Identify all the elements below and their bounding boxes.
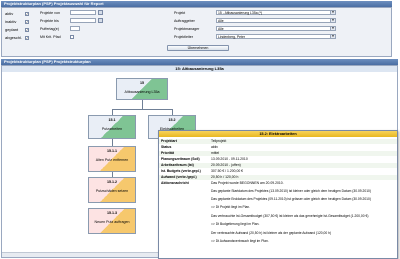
note-text: Das geplante Enddatum des Projektes (09.… bbox=[211, 197, 371, 201]
row-key: Priorität bbox=[161, 151, 174, 155]
projektmanager-value: Alle bbox=[218, 27, 224, 31]
node-id: 15 bbox=[140, 81, 144, 85]
row-key: Arbeitszeitraum (Ist) bbox=[161, 163, 194, 167]
psp-node-putzschaeden[interactable]: 15.1.2 Putzschäden setzen bbox=[88, 177, 136, 203]
row-key: Planungszeitraum (Soll) bbox=[161, 157, 200, 161]
row-key: Aktionsnachricht bbox=[161, 181, 189, 185]
projekte-bis-label: Projekte bis bbox=[40, 19, 59, 23]
popup-row: Priorität mittel bbox=[159, 151, 397, 156]
status-row-abgeschl[interactable]: abgeschl. ✓ bbox=[5, 34, 32, 41]
puffer-tage-input[interactable] bbox=[70, 26, 80, 31]
popup-row: Aktionsnachricht Das Projekt wurde BEGONN… bbox=[159, 181, 397, 186]
projekt-select[interactable]: 15 - Altbausanierung L35a (*) ▼ bbox=[216, 10, 336, 15]
calendar-icon[interactable] bbox=[98, 18, 103, 23]
psp-node-root[interactable]: 15 Altbausanierung L35a bbox=[116, 78, 168, 100]
note-text: Das verbrauchte Ist-Gesamtbudget (307,50… bbox=[211, 214, 369, 218]
auftraggeber-value: Alle bbox=[218, 19, 224, 23]
connector bbox=[142, 99, 143, 109]
detail-popup: 15.2: Elektroarbeiten Projektart Teilproj… bbox=[158, 130, 398, 259]
row-value: 13.09.2010 - 09.11.2010 bbox=[211, 157, 248, 161]
node-label: Altbausanierung L35a bbox=[124, 90, 160, 94]
projekte-von-label: Projekte von bbox=[40, 11, 60, 15]
checkbox-geplant[interactable]: ✓ bbox=[25, 27, 29, 32]
psp-node-neuen-putz[interactable]: 15.1.3 Neuen Putz auftragen bbox=[88, 208, 136, 234]
note-result: => Dt Projekt liegt im Plan. bbox=[211, 205, 251, 209]
status-label: geplant bbox=[5, 27, 19, 32]
auftraggeber-label: Auftraggeber bbox=[174, 19, 195, 23]
checkbox-aktiv[interactable]: ✓ bbox=[25, 11, 29, 16]
projektmanager-select[interactable]: Alle ▼ bbox=[216, 26, 336, 31]
projekte-bis-input[interactable] bbox=[70, 18, 96, 23]
chevron-down-icon: ▼ bbox=[330, 26, 335, 30]
uebernehmen-button[interactable]: Übernehmen bbox=[167, 45, 229, 51]
status-row-aktiv[interactable]: aktiv ✓ bbox=[5, 10, 32, 17]
puffer-tage-label: Puffertag(e) bbox=[40, 27, 59, 31]
psp-node-putzarbeiten[interactable]: 15.1 Putzarbeiten bbox=[88, 115, 136, 139]
checkbox-abgeschl[interactable]: ✓ bbox=[25, 35, 29, 40]
checkbox-inaktiv[interactable]: ✓ bbox=[25, 19, 29, 24]
node-id: 15.1.3 bbox=[107, 211, 117, 215]
row-value: mittel bbox=[211, 151, 220, 155]
status-row-inaktiv[interactable]: inaktiv ✓ bbox=[5, 18, 32, 25]
note-text: Das geplante Startdatum des Projektes (1… bbox=[211, 189, 371, 193]
row-value: Teilprojekt bbox=[211, 139, 227, 143]
chevron-down-icon: ▼ bbox=[330, 18, 335, 22]
popup-row: Arbeitszeitraum (Ist) 20.09.2010 - (offen… bbox=[159, 163, 397, 168]
checkbox-krit-pfad[interactable] bbox=[70, 35, 74, 39]
node-label: Putzarbeiten bbox=[101, 127, 123, 131]
note-result: => Dt Budgetierung liegt im Plan. bbox=[211, 222, 260, 226]
row-key: Aufwand (verbr./gepl.) bbox=[161, 175, 197, 179]
krit-pfad-label: Mit Krit. Pfad bbox=[40, 35, 61, 39]
auftraggeber-select[interactable]: Alle ▼ bbox=[216, 18, 336, 23]
connector bbox=[112, 109, 173, 110]
status-label: inaktiv bbox=[5, 19, 17, 24]
popup-title: 15.2: Elektroarbeiten bbox=[159, 131, 397, 137]
popup-row: Aufwand (verbr./gepl.) 20,50 h / 120,00 h bbox=[159, 175, 397, 180]
status-row-geplant[interactable]: geplant ✓ bbox=[5, 26, 32, 33]
popup-row: Projektart Teilprojekt bbox=[159, 139, 397, 144]
projektmanager-label: Projektmanager bbox=[174, 27, 200, 31]
popup-row: Planungszeitraum (Soll) 13.09.2010 - 09.1… bbox=[159, 157, 397, 162]
projektleiter-value: Lindenberg, Peter bbox=[218, 35, 245, 39]
node-id: 15.1.2 bbox=[107, 180, 117, 184]
node-label: Neuen Putz auftragen bbox=[94, 220, 130, 224]
projektleiter-select[interactable]: Lindenberg, Peter ▼ bbox=[216, 34, 336, 39]
popup-row: Status aktiv bbox=[159, 145, 397, 150]
row-value: Das Projekt wurde BEGONNEN am 20.09.2010… bbox=[211, 181, 284, 185]
projekt-label: Projekt bbox=[174, 11, 186, 15]
row-key: Ist. Budgets (verbr.gepl.) bbox=[161, 169, 201, 173]
projekte-von-input[interactable] bbox=[70, 10, 96, 15]
row-value: 307.50 € / 1.200,00 € bbox=[211, 169, 244, 173]
note-result: => Dt Aufwandsverbrauch liegt im Plan. bbox=[211, 239, 269, 243]
node-id: 15.1.1 bbox=[107, 149, 117, 153]
row-value: 20.09.2010 - (offen) bbox=[211, 163, 241, 167]
status-label: aktiv bbox=[5, 11, 14, 16]
row-key: Projektart bbox=[161, 139, 177, 143]
chevron-down-icon: ▼ bbox=[330, 34, 335, 38]
projektleiter-label: Projektleiter bbox=[174, 35, 193, 39]
note-text: Der verbrauchte Aufwand (20,50 h) ist kl… bbox=[211, 231, 332, 235]
popup-row: Ist. Budgets (verbr.gepl.) 307.50 € / 1.2… bbox=[159, 169, 397, 174]
row-value: aktiv bbox=[211, 145, 218, 149]
node-id: 15.2 bbox=[168, 118, 176, 122]
calendar-icon[interactable] bbox=[98, 10, 103, 15]
node-id: 15.1 bbox=[108, 118, 116, 122]
chevron-down-icon: ▼ bbox=[330, 10, 335, 14]
row-value: 20,50 h / 120,00 h bbox=[211, 175, 239, 179]
row-key: Status bbox=[161, 145, 172, 149]
project-header: 15: Altbausanierung L35a bbox=[2, 66, 397, 72]
status-label: abgeschl. bbox=[5, 35, 23, 40]
psp-node-alten-putz[interactable]: 15.1.1 Alten Putz entfernen bbox=[88, 146, 136, 172]
node-label: Putzschäden setzen bbox=[95, 189, 129, 193]
filter-panel: aktiv ✓ inaktiv ✓ geplant ✓ abgeschl. ✓ … bbox=[1, 7, 392, 57]
node-label: Alten Putz entfernen bbox=[95, 158, 129, 162]
projekt-value: 15 - Altbausanierung L35a (*) bbox=[218, 11, 263, 15]
